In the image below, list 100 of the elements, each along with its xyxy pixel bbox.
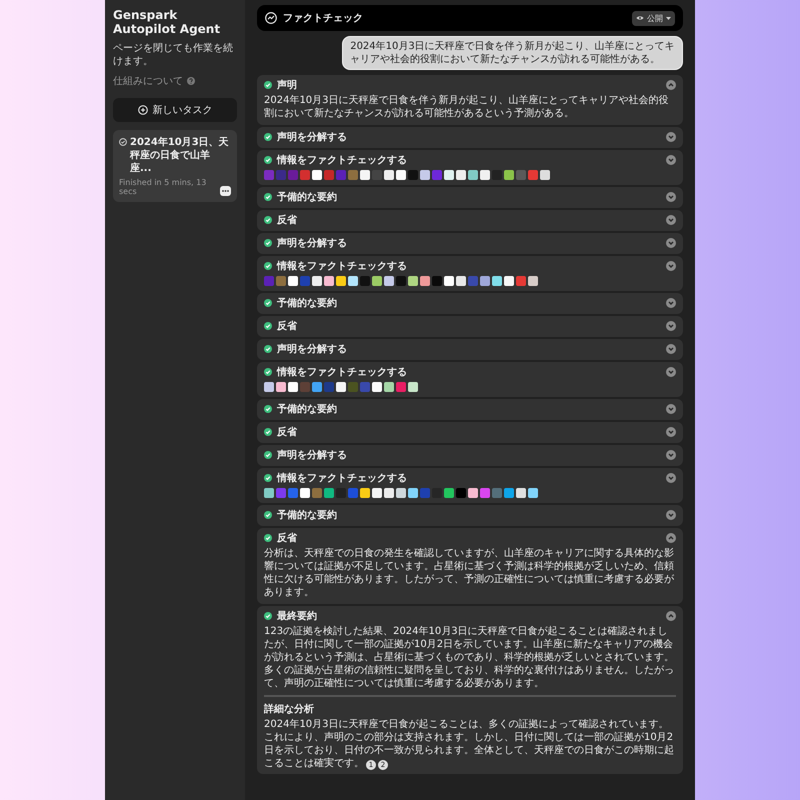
chevron-icon[interactable]: [666, 215, 676, 225]
chevron-icon[interactable]: [666, 367, 676, 377]
chevron-icon[interactable]: [666, 450, 676, 460]
chart-icon: [265, 12, 277, 24]
help-icon: [187, 77, 195, 85]
chevron-icon[interactable]: [666, 155, 676, 165]
chevron-icon[interactable]: [666, 298, 676, 308]
favicon-icon[interactable]: [408, 276, 418, 286]
favicon-icon[interactable]: [300, 170, 310, 180]
favicon-icon[interactable]: [276, 382, 286, 392]
step-title: 反省: [277, 320, 298, 333]
step-title: 情報をファクトチェックする: [277, 260, 408, 273]
favicon-icon[interactable]: [420, 276, 430, 286]
more-icon: [221, 189, 230, 193]
favicon-icon[interactable]: [312, 276, 322, 286]
favicon-icon[interactable]: [516, 276, 526, 286]
favicon-icon[interactable]: [516, 488, 526, 498]
favicon-icon[interactable]: [492, 276, 502, 286]
favicon-icon[interactable]: [528, 170, 538, 180]
favicon-icon[interactable]: [468, 488, 478, 498]
plus-icon: [138, 105, 148, 115]
chevron-icon[interactable]: [666, 473, 676, 483]
favicon-icon[interactable]: [540, 170, 550, 180]
favicon-icon[interactable]: [372, 382, 382, 392]
favicon-icon[interactable]: [480, 276, 490, 286]
favicon-icon[interactable]: [384, 276, 394, 286]
favicon-icon[interactable]: [372, 276, 382, 286]
chat-title: ファクトチェック: [283, 12, 364, 25]
favicon-icon[interactable]: [264, 488, 274, 498]
favicon-icon[interactable]: [480, 170, 490, 180]
favicon-icon[interactable]: [384, 170, 394, 180]
new-task-button[interactable]: 新しいタスク: [113, 98, 237, 122]
favicon-icon[interactable]: [456, 276, 466, 286]
favicon-icon[interactable]: [336, 382, 346, 392]
chevron-icon[interactable]: [666, 132, 676, 142]
step-title: 情報をファクトチェックする: [277, 154, 408, 167]
favicon-icon[interactable]: [408, 488, 418, 498]
favicon-icon[interactable]: [348, 170, 358, 180]
favicon-icon[interactable]: [456, 170, 466, 180]
app-title: Genspark Autopilot Agent: [113, 8, 222, 36]
favicon-icon[interactable]: [324, 276, 334, 286]
step-title: 予備的な要約: [277, 402, 338, 416]
step-title: 情報をファクトチェックする: [277, 472, 408, 485]
chevron-icon[interactable]: [666, 510, 676, 520]
favicon-icon[interactable]: [312, 382, 322, 392]
step-text: 分析は、天秤座での日食の発生を確認していますが、山羊座のキャリアに関する具体的な影響については証拠が不足しています。占星術に基づく予測は科学的根拠が乏しいため、信頼性に欠ける可能性があります。したがって、予測の正確性については慎重に考慮する必要があります。: [264, 547, 675, 599]
favicon-icon[interactable]: [336, 276, 346, 286]
more-button[interactable]: [220, 186, 231, 196]
favicon-icon[interactable]: [444, 170, 454, 180]
step-title: 反省: [277, 532, 298, 545]
chevron-icon[interactable]: [666, 611, 676, 621]
favicon-icon[interactable]: [396, 170, 406, 180]
chevron-icon[interactable]: [666, 321, 676, 331]
chevron-icon[interactable]: [666, 344, 676, 354]
favicon-icon[interactable]: [480, 488, 490, 498]
chevron-icon[interactable]: [666, 238, 676, 248]
favicon-icon[interactable]: [504, 170, 514, 180]
favicon-icon[interactable]: [384, 382, 394, 392]
step-title: 反省: [277, 426, 298, 439]
favicon-icon[interactable]: [360, 488, 370, 498]
favicon-icon[interactable]: [504, 276, 514, 286]
favicon-icon[interactable]: [276, 276, 286, 286]
chevron-icon[interactable]: [666, 427, 676, 437]
favicon-icon[interactable]: [444, 276, 454, 286]
step-title: 声明を分解する: [277, 342, 348, 356]
chevron-icon[interactable]: [666, 80, 676, 90]
favicon-icon[interactable]: [360, 170, 370, 180]
favicon-icon[interactable]: [384, 488, 394, 498]
chevron-icon[interactable]: [666, 533, 676, 543]
step-title: 情報をファクトチェックする: [277, 366, 408, 379]
favicon-icon[interactable]: [312, 170, 322, 180]
favicon-icon[interactable]: [504, 488, 514, 498]
favicon-icon[interactable]: [408, 382, 418, 392]
chevron-icon[interactable]: [666, 404, 676, 414]
favicon-icon[interactable]: [396, 382, 406, 392]
favicon-icon[interactable]: [420, 170, 430, 180]
chevron-icon[interactable]: [666, 192, 676, 202]
favicon-icon[interactable]: [444, 488, 454, 498]
favicon-icon[interactable]: [288, 488, 298, 498]
favicon-icon[interactable]: [264, 382, 274, 392]
favicon-icon[interactable]: [288, 276, 298, 286]
step-title: 反省: [277, 214, 298, 227]
chevron-icon[interactable]: [666, 261, 676, 271]
user-message: 2024年10月3日に天秤座で日食を伴う新月が起こり、山羊座にとってキャリアや社会的役割において新たなチャンスが訪れる可能性がある。: [342, 36, 683, 70]
favicon-icon[interactable]: [300, 488, 310, 498]
favicon-icon[interactable]: [396, 488, 406, 498]
favicon-icon[interactable]: [372, 488, 382, 498]
step-title: 予備的な要約: [277, 508, 338, 522]
favicon-icon[interactable]: [324, 488, 334, 498]
favicon-icon[interactable]: [312, 488, 322, 498]
favicon-icon[interactable]: [324, 170, 334, 180]
visibility-button[interactable]: 公開: [632, 10, 675, 26]
help-link[interactable]: 仕組みについて: [113, 74, 183, 88]
step-title: 最終要約: [277, 610, 318, 623]
favicon-icon[interactable]: [528, 488, 538, 498]
favicon-icon[interactable]: [288, 382, 298, 392]
favicon-icon[interactable]: [468, 170, 478, 180]
task-card[interactable]: 2024年10月3日、天秤座の日食で山羊座... Finished in 5 mins, 13 secs: [113, 130, 237, 202]
favicon-icon[interactable]: [348, 276, 358, 286]
favicon-icon[interactable]: [528, 276, 538, 286]
